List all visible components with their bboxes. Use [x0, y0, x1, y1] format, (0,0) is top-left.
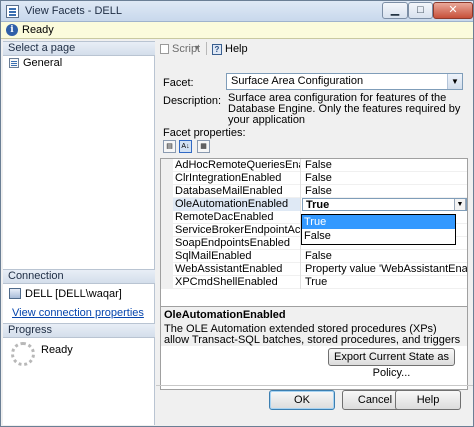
toolbar: Script ▾ ? Help [156, 41, 473, 57]
help-description: The OLE Automation extended stored proce… [164, 324, 461, 346]
progress-status: Ready [41, 344, 73, 356]
property-row[interactable]: ClrIntegrationEnabled False [161, 172, 467, 185]
property-value[interactable]: Property value 'WebAssistantEnabled' is … [302, 263, 467, 276]
row-gutter [161, 172, 173, 185]
script-dropdown-icon[interactable]: ▾ [195, 43, 199, 52]
property-name: XPCmdShellEnabled [173, 276, 301, 289]
property-name: SqlMailEnabled [173, 250, 301, 263]
dropdown-option-true[interactable]: True [302, 215, 455, 229]
property-name: ClrIntegrationEnabled [173, 172, 301, 185]
facet-label: Facet: [163, 77, 194, 89]
row-gutter [161, 198, 173, 211]
dropdown-option-false[interactable]: False [302, 229, 455, 243]
dropdown-arrow-icon[interactable]: ▼ [454, 199, 466, 210]
property-value[interactable]: False [302, 185, 467, 198]
facet-description: Surface area configuration for features … [228, 92, 461, 126]
property-value[interactable]: True [302, 276, 467, 289]
chevron-down-icon[interactable]: ▼ [447, 74, 462, 89]
page-icon [9, 58, 19, 68]
property-value[interactable]: False [302, 172, 467, 185]
property-row[interactable]: SqlMailEnabled False [161, 250, 467, 263]
row-gutter [161, 211, 173, 224]
status-bar: i Ready [1, 22, 473, 39]
progress-header: Progress [3, 323, 155, 338]
minimize-button[interactable]: ▁ [382, 2, 408, 19]
categorized-icon[interactable]: ▤ [163, 140, 176, 153]
ok-button[interactable]: OK [269, 390, 335, 410]
property-name: ServiceBrokerEndpointActive [175, 224, 301, 237]
property-value[interactable]: False [302, 250, 467, 263]
property-name: OleAutomationEnabled [173, 198, 301, 211]
row-gutter [161, 250, 173, 263]
property-name: RemoteDacEnabled [173, 211, 301, 224]
row-gutter [161, 185, 173, 198]
footer-divider [156, 385, 473, 386]
right-pane: Script ▾ ? Help Facet: Surface Area Conf… [156, 41, 473, 390]
view-connection-properties-link[interactable]: View connection properties [12, 307, 144, 319]
select-page-header: Select a page [3, 41, 155, 56]
progress-spinner-icon [11, 342, 35, 366]
property-help-panel: OleAutomationEnabled The OLE Automation … [161, 306, 467, 346]
value-dropdown-list: True False [301, 214, 456, 245]
property-row[interactable]: WebAssistantEnabled Property value 'WebA… [161, 263, 467, 276]
status-text: Ready [22, 24, 54, 36]
property-name: AdHocRemoteQueriesEnabled [173, 159, 301, 172]
row-gutter [161, 224, 173, 237]
facet-select[interactable]: Surface Area Configuration ▼ [226, 73, 463, 90]
description-label: Description: [163, 95, 222, 107]
connection-info: DELL [DELL\waqar] [9, 287, 122, 301]
help-book-icon: ? [212, 44, 222, 55]
help-button[interactable]: Help [395, 390, 461, 410]
row-gutter [161, 159, 173, 172]
export-policy-button[interactable]: Export Current State as Policy... [328, 348, 455, 379]
window-app-icon [6, 5, 19, 18]
property-value-text: True [306, 199, 330, 211]
script-icon [160, 44, 169, 54]
connection-header: Connection [3, 269, 155, 284]
page-item-general[interactable]: General [9, 56, 62, 70]
facet-properties-label: Facet properties: [163, 127, 246, 139]
maximize-button[interactable]: □ [408, 2, 433, 19]
row-gutter [161, 263, 173, 276]
row-gutter [161, 237, 173, 250]
connection-text: DELL [DELL\waqar] [25, 288, 122, 300]
property-row-selected[interactable]: OleAutomationEnabled True ▼ [161, 198, 467, 211]
property-name: WebAssistantEnabled [173, 263, 301, 276]
property-row[interactable]: XPCmdShellEnabled True [161, 276, 467, 289]
property-pages-icon[interactable]: ▦ [197, 140, 210, 153]
property-row[interactable]: DatabaseMailEnabled False [161, 185, 467, 198]
title-bar[interactable]: View Facets - DELL ▁ □ ✕ [1, 1, 473, 22]
row-gutter [161, 276, 173, 289]
toolbar-help-button[interactable]: ? Help [212, 43, 248, 55]
property-name: DatabaseMailEnabled [173, 185, 301, 198]
toolbar-separator [206, 42, 207, 55]
property-row[interactable]: AdHocRemoteQueriesEnabled False [161, 159, 467, 172]
facet-select-value: Surface Area Configuration [231, 75, 364, 87]
help-title: OleAutomationEnabled [164, 309, 286, 321]
page-item-label: General [23, 57, 63, 69]
property-value-editor[interactable]: True ▼ [302, 198, 467, 211]
property-value[interactable]: False [302, 159, 467, 172]
property-name: SoapEndpointsEnabled [173, 237, 301, 250]
server-icon [9, 288, 21, 299]
info-icon: i [6, 24, 18, 36]
view-facets-window: View Facets - DELL ▁ □ ✕ i Ready Select … [0, 0, 474, 427]
window-title: View Facets - DELL [25, 5, 123, 17]
left-pane: Select a page General Connection DELL [D… [3, 41, 155, 425]
toolbar-help-label: Help [225, 43, 248, 55]
close-button[interactable]: ✕ [433, 2, 473, 19]
alphabetical-sort-icon[interactable]: A↓ [179, 140, 192, 153]
